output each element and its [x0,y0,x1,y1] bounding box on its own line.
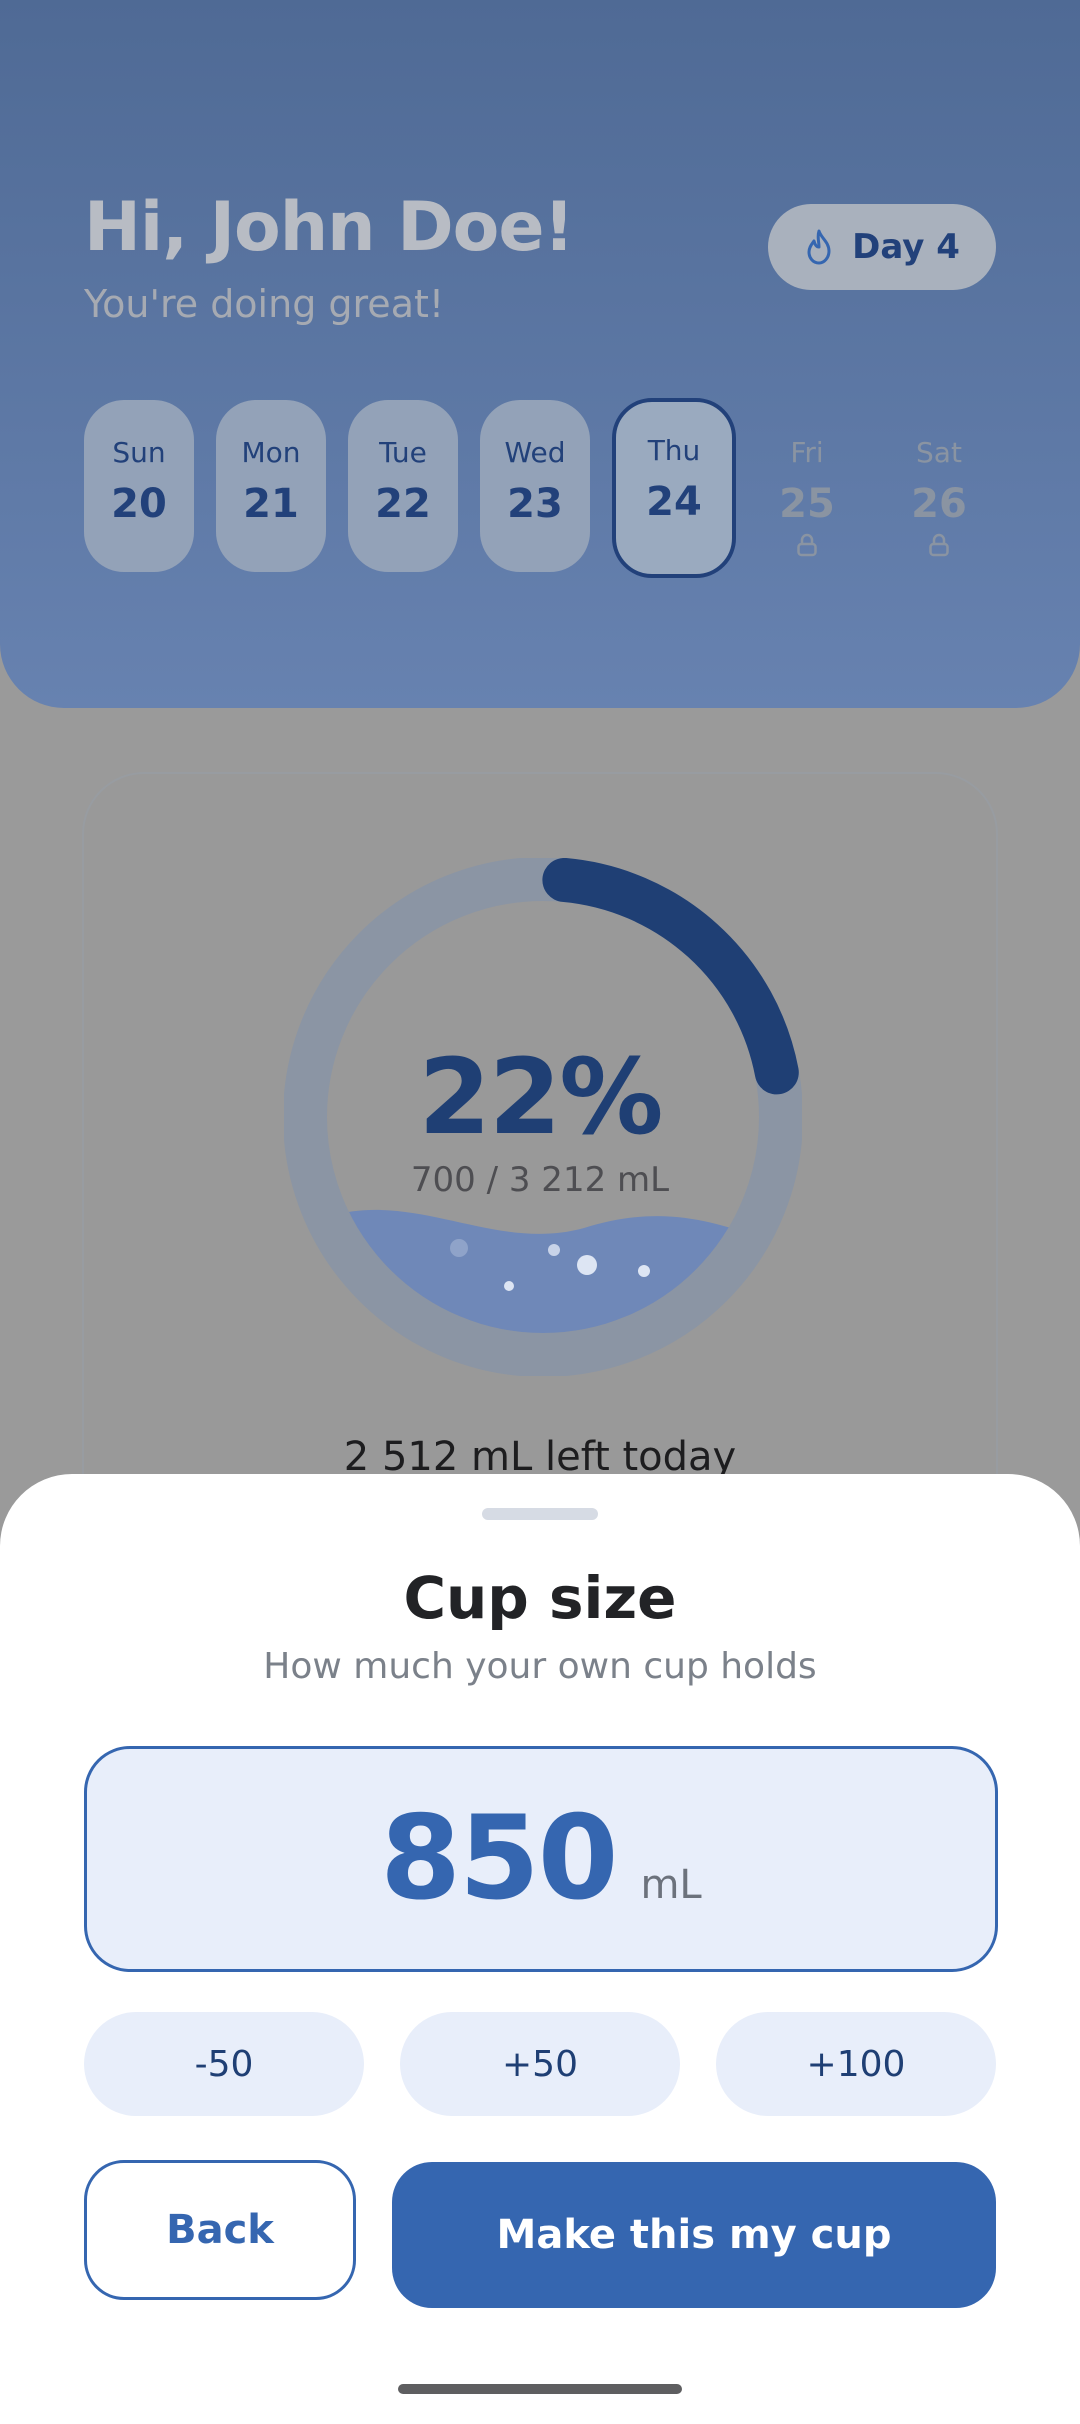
home-indicator [398,2384,682,2394]
day-number: 25 [779,481,835,527]
cup-size-sheet: Cup size How much your own cup holds 850… [0,1474,1080,2424]
increase-50-button[interactable]: +50 [400,2012,680,2116]
day-mon[interactable]: Mon 21 [216,400,326,572]
lock-icon [929,533,949,557]
flame-icon [807,229,831,265]
week-day-selector: Sun 20 Mon 21 Tue 22 Wed 23 Thu 24 Fri 2… [0,398,1080,578]
day-thu-today[interactable]: Thu 24 [612,398,736,578]
day-wed[interactable]: Wed 23 [480,400,590,572]
day-name: Thu [647,434,701,467]
cup-size-unit: mL [640,1862,702,1908]
day-name: Fri [790,436,824,469]
decrease-50-button[interactable]: -50 [84,2012,364,2116]
cup-size-value: 850 [380,1791,618,1926]
cup-size-display[interactable]: 850 mL [84,1746,998,1972]
increase-100-button[interactable]: +100 [716,2012,996,2116]
streak-badge[interactable]: Day 4 [768,204,996,290]
day-tue[interactable]: Tue 22 [348,400,458,572]
streak-label: Day 4 [852,227,960,267]
day-name: Sun [112,436,166,469]
day-name: Tue [379,436,427,469]
day-sun[interactable]: Sun 20 [84,400,194,572]
make-this-my-cup-button[interactable]: Make this my cup [392,2162,996,2308]
back-button[interactable]: Back [84,2160,356,2300]
hydration-progress-card: 22% 700 / 3 212 mL 2 512 mL left today [84,774,996,1534]
day-number: 24 [646,479,702,525]
day-name: Wed [504,436,566,469]
progress-amount: 700 / 3 212 mL [410,1160,670,1200]
day-number: 21 [243,481,299,527]
day-name: Mon [241,436,301,469]
sheet-title: Cup size [403,1564,677,1632]
progress-percent: 22% [418,1036,664,1158]
greeting-subtitle: You're doing great! [84,282,445,326]
day-number: 20 [111,481,167,527]
greeting-title: Hi, John Doe! [84,188,575,267]
day-sat-locked: Sat 26 [884,400,994,572]
drag-handle[interactable] [482,1508,598,1520]
header: Hi, John Doe! You're doing great! Day 4 … [0,0,1080,708]
sheet-subtitle: How much your own cup holds [263,1646,817,1687]
day-number: 23 [507,481,563,527]
day-number: 22 [375,481,431,527]
day-fri-locked: Fri 25 [752,400,862,572]
day-number: 26 [911,481,967,527]
day-name: Sat [916,436,962,469]
lock-icon [797,533,817,557]
